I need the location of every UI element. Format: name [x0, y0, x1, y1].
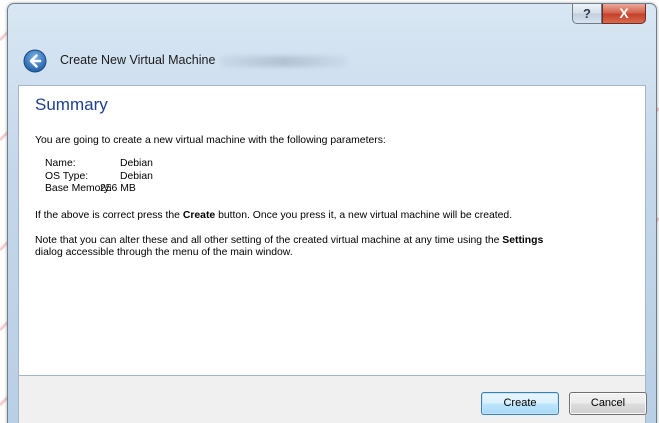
intro-text: You are going to create a new virtual ma…: [35, 135, 386, 146]
window-title: Create New Virtual Machine: [60, 53, 216, 67]
param-label-os-type: OS Type:: [45, 171, 89, 182]
help-button[interactable]: ?: [572, 4, 602, 24]
cancel-button[interactable]: Cancel: [569, 392, 647, 415]
blurred-title-region: [220, 56, 348, 67]
confirm-text-post: button. Once you press it, a new virtual…: [215, 210, 513, 221]
create-button[interactable]: Create: [481, 392, 559, 415]
confirm-text: If the above is correct press the Create…: [35, 210, 512, 221]
close-button[interactable]: X: [602, 4, 646, 24]
confirm-text-bold: Create: [182, 210, 216, 221]
param-value-os-type: Debian: [120, 171, 153, 182]
title-bar-controls: ? X: [572, 4, 646, 24]
confirm-text-pre: If the above is correct press the: [35, 210, 183, 221]
note-text-pre: Note that you can alter these and all ot…: [35, 235, 503, 246]
note-text-bold: Settings: [502, 235, 544, 246]
back-arrow-icon[interactable]: [23, 49, 47, 73]
dialog-window: ? X Create New Virtual Machine Summary Y…: [7, 3, 657, 423]
param-value-base-memory: 256 MB: [100, 183, 136, 194]
page-heading: Summary: [35, 95, 108, 114]
note-text-line1: Note that you can alter these and all ot…: [35, 235, 543, 246]
param-label-name: Name:: [45, 158, 76, 169]
screenshot-stage: ? X Create New Virtual Machine Summary Y…: [0, 0, 659, 423]
content-panel: [18, 85, 646, 375]
param-value-name: Debian: [120, 158, 153, 169]
note-text-line2: dialog accessible through the menu of th…: [35, 247, 293, 258]
